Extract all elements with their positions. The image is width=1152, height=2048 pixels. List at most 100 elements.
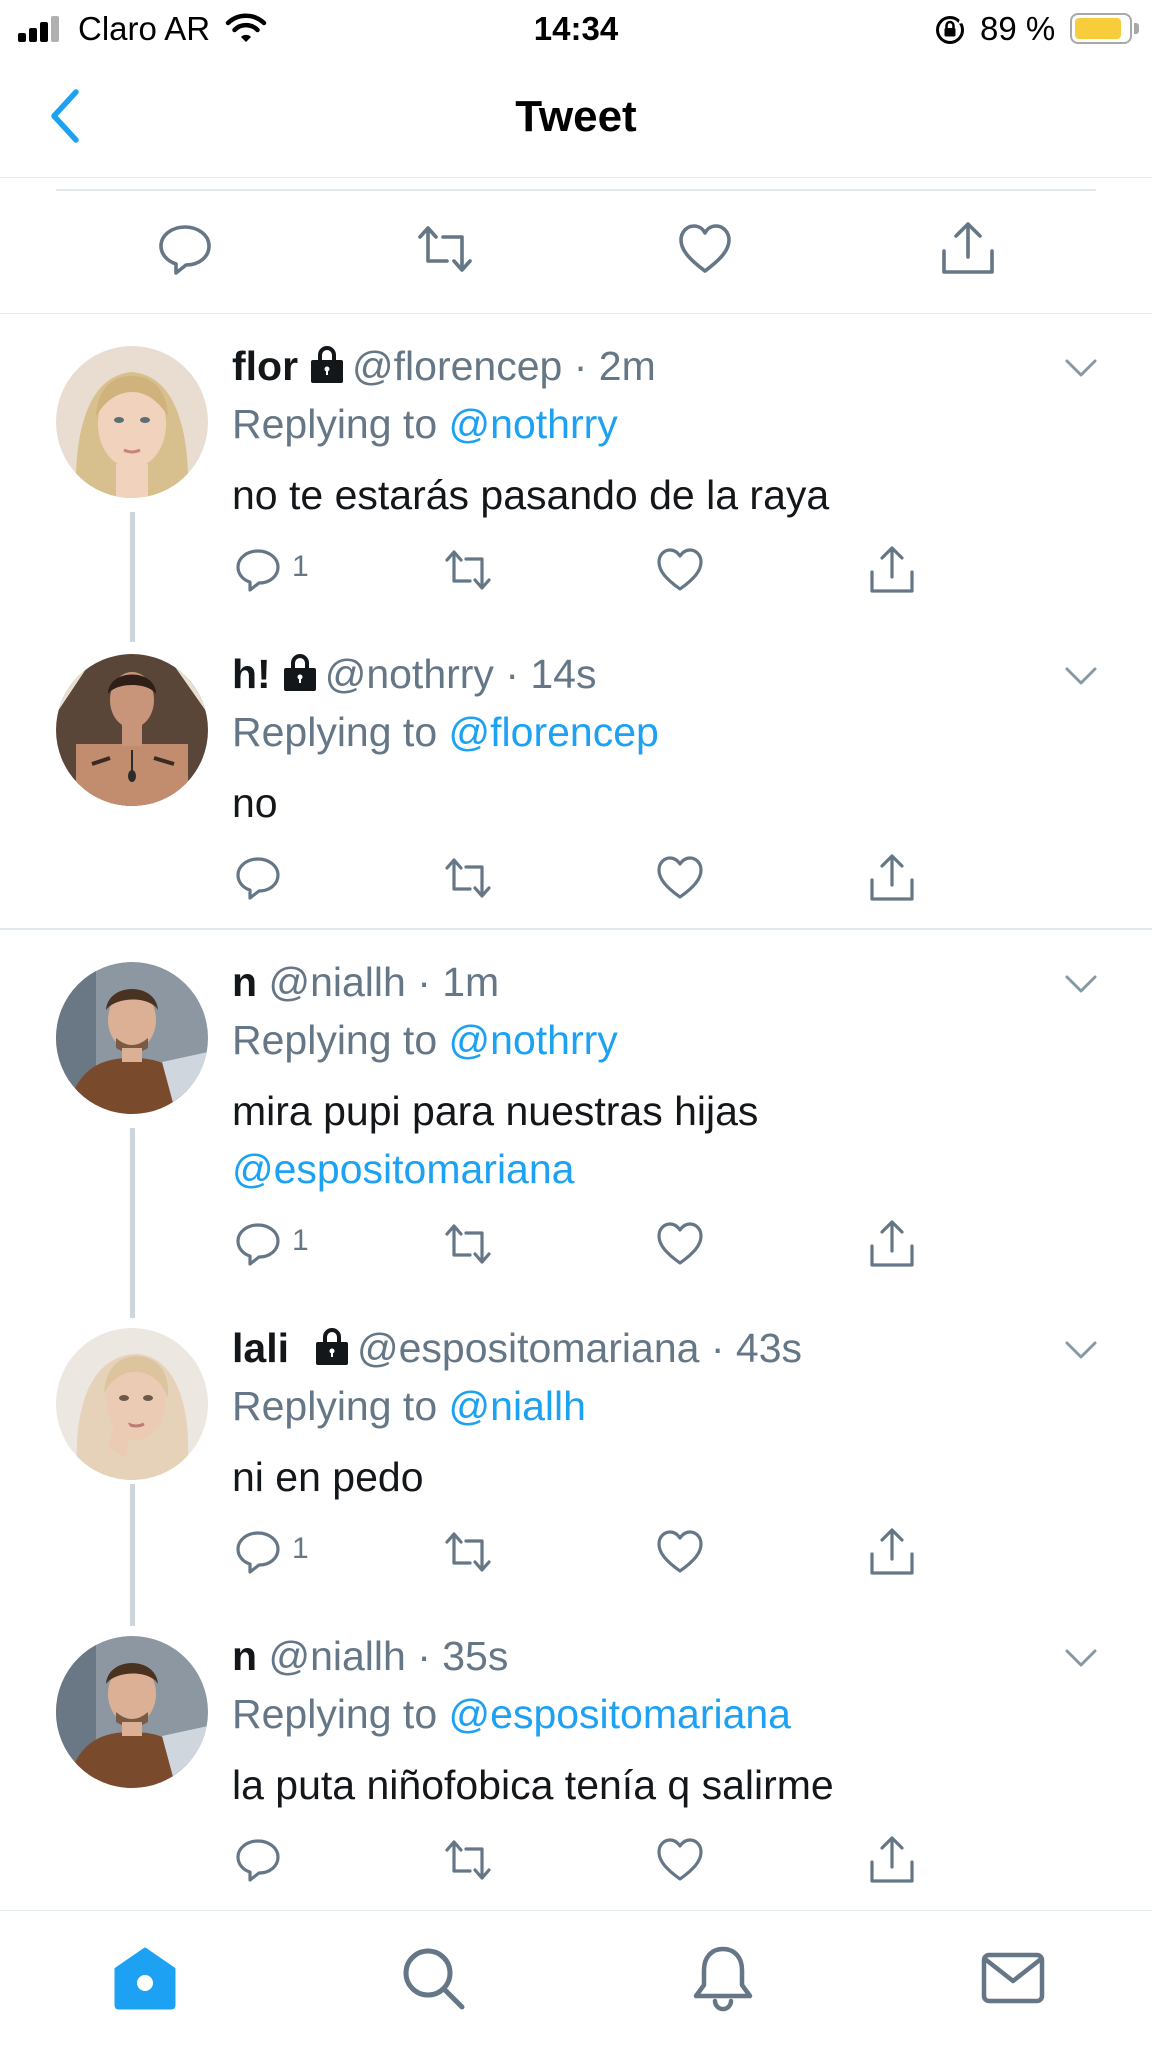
reply-count: 1 <box>292 1224 309 1257</box>
display-name[interactable]: n <box>232 1633 257 1679</box>
timestamp: 1m <box>442 959 500 1005</box>
retweet-icon[interactable] <box>444 854 492 902</box>
tweet-actions: 1 <box>232 546 932 596</box>
like-icon[interactable] <box>656 1836 704 1884</box>
replying-to: Replying to @espositomariana <box>232 1690 791 1738</box>
rotation-lock-icon <box>936 16 964 44</box>
mention-link[interactable]: @espositomariana <box>232 1146 574 1192</box>
display-name[interactable]: flor <box>232 343 298 389</box>
lock-icon <box>311 346 344 383</box>
replying-to-label: Replying to <box>232 401 438 447</box>
reply-icon[interactable] <box>234 1528 282 1576</box>
reply-icon[interactable] <box>157 221 213 277</box>
replying-to: Replying to @nothrry <box>232 1016 618 1064</box>
messages-icon[interactable] <box>980 1945 1046 2011</box>
status-bar: Claro AR 14:34 89 % <box>0 0 1152 58</box>
retweet-icon[interactable] <box>417 221 473 277</box>
avatar[interactable] <box>56 654 208 806</box>
reply-icon[interactable] <box>234 854 282 902</box>
user-handle[interactable]: @florencep <box>352 343 562 389</box>
reply-icon[interactable] <box>234 1836 282 1884</box>
tweet-header: n @niallh · 35s <box>232 1632 508 1680</box>
reply-count: 1 <box>292 1532 309 1565</box>
replying-to: Replying to @nothrry <box>232 400 618 448</box>
display-name[interactable]: lali <box>232 1325 289 1371</box>
like-icon[interactable] <box>656 854 704 902</box>
user-handle[interactable]: @espositomariana <box>357 1325 699 1371</box>
reply-icon[interactable] <box>234 1220 282 1268</box>
tweet-text: no <box>232 780 278 826</box>
timestamp: 14s <box>530 651 597 697</box>
tweet-actions: 1 <box>232 1220 932 1270</box>
replying-to: Replying to @niallh <box>232 1382 586 1430</box>
share-icon[interactable] <box>940 221 996 277</box>
thread-line <box>130 1128 135 1318</box>
share-icon[interactable] <box>868 546 916 594</box>
replying-to-mention[interactable]: @nothrry <box>449 401 618 447</box>
replying-to-mention[interactable]: @florencep <box>449 709 659 755</box>
chevron-down-icon[interactable] <box>1064 357 1098 379</box>
retweet-icon[interactable] <box>444 1220 492 1268</box>
share-icon[interactable] <box>868 1220 916 1268</box>
notifications-icon[interactable] <box>690 1945 756 2012</box>
chevron-down-icon[interactable] <box>1064 1647 1098 1669</box>
user-handle[interactable]: @nothrry <box>325 651 494 697</box>
tweet-text: ni en pedo <box>232 1454 424 1500</box>
like-icon[interactable] <box>677 221 733 277</box>
retweet-icon[interactable] <box>444 1528 492 1576</box>
avatar[interactable] <box>56 962 208 1114</box>
replying-to: Replying to @florencep <box>232 708 659 756</box>
replying-to-mention[interactable]: @espositomariana <box>449 1691 791 1737</box>
tab-bar <box>0 1910 1152 2048</box>
like-icon[interactable] <box>656 1220 704 1268</box>
tweet-text: no te estarás pasando de la raya <box>232 472 830 518</box>
separator: · <box>493 651 531 697</box>
battery-icon <box>1070 13 1132 44</box>
user-handle[interactable]: @niallh <box>268 1633 405 1679</box>
replying-to-mention[interactable]: @niallh <box>449 1383 586 1429</box>
avatar[interactable] <box>56 1328 208 1480</box>
replying-to-mention[interactable]: @nothrry <box>449 1017 618 1063</box>
tweet-text: mira pupi para nuestras hijas <box>232 1088 759 1134</box>
separator: · <box>562 343 599 389</box>
thread-line <box>130 512 135 642</box>
main-tweet-actions <box>0 196 1152 314</box>
home-icon[interactable] <box>112 1945 178 2011</box>
share-icon[interactable] <box>868 1836 916 1884</box>
tweet-actions <box>232 1836 932 1886</box>
thread-line <box>130 1484 135 1626</box>
replying-to-label: Replying to <box>232 709 438 755</box>
battery-level <box>1075 18 1122 39</box>
share-icon[interactable] <box>868 854 916 902</box>
retweet-icon[interactable] <box>444 1836 492 1884</box>
divider <box>56 189 1096 191</box>
separator: · <box>699 1325 736 1371</box>
lock-icon <box>315 1328 348 1365</box>
chevron-down-icon[interactable] <box>1064 665 1098 687</box>
tweet-actions <box>232 854 932 904</box>
retweet-icon[interactable] <box>444 546 492 594</box>
like-icon[interactable] <box>656 1528 704 1576</box>
reply-icon[interactable] <box>234 546 282 594</box>
chevron-down-icon[interactable] <box>1064 1339 1098 1361</box>
user-handle[interactable]: @niallh <box>268 959 405 1005</box>
display-name[interactable]: h! <box>232 651 271 697</box>
battery-tip <box>1134 23 1139 34</box>
divider <box>0 928 1152 930</box>
share-icon[interactable] <box>868 1528 916 1576</box>
avatar[interactable] <box>56 346 208 498</box>
separator: · <box>405 959 443 1005</box>
reply-count: 1 <box>292 550 309 583</box>
timestamp: 2m <box>598 343 656 389</box>
display-name[interactable]: n <box>232 959 257 1005</box>
chevron-down-icon[interactable] <box>1064 973 1098 995</box>
tweet-actions: 1 <box>232 1528 932 1578</box>
search-icon[interactable] <box>400 1945 466 2011</box>
tweet-header: lali @espositomariana · 43s <box>232 1324 802 1372</box>
avatar[interactable] <box>56 1636 208 1788</box>
tweet-text: la puta niñofobica tenía q salirme <box>232 1762 834 1808</box>
replying-to-label: Replying to <box>232 1691 438 1737</box>
nav-bar: Tweet <box>0 58 1152 178</box>
like-icon[interactable] <box>656 546 704 594</box>
lock-icon <box>283 654 316 691</box>
